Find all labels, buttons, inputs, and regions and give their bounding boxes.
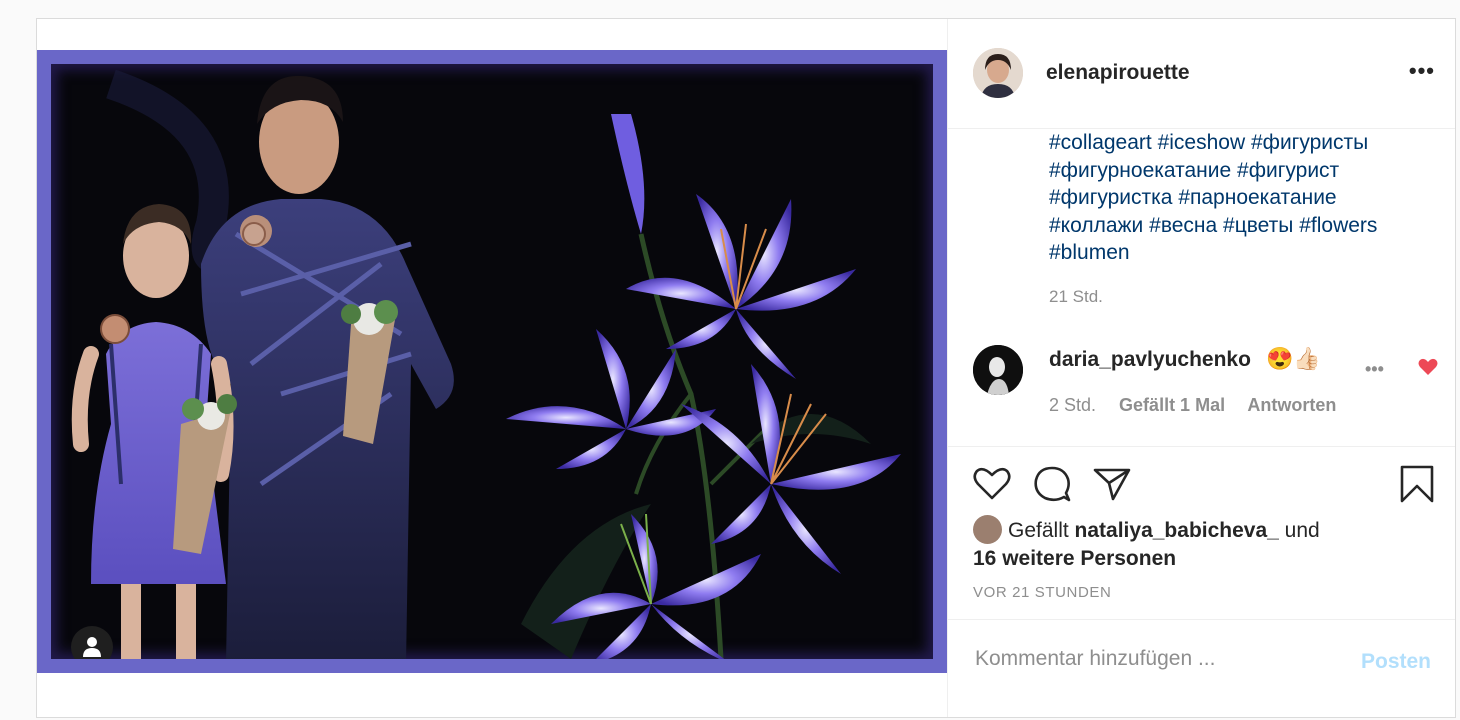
post-comment-button[interactable]: Posten	[1361, 650, 1431, 674]
likes-summary: Gefällt nataliya_babicheva_ und 16 weite…	[973, 515, 1393, 572]
commenter-avatar[interactable]	[973, 345, 1023, 395]
commenter-avatar-image	[973, 345, 1023, 395]
liker-username[interactable]: nataliya_babicheva_	[1075, 519, 1279, 542]
caption-hashtags: #collageart #iceshow #фигуристы #фигурно…	[1049, 129, 1429, 267]
likes-others[interactable]: 16 weitere Personen	[973, 547, 1176, 570]
save-button[interactable]	[1400, 465, 1434, 508]
hashtag-link[interactable]: #парноекатание	[1178, 186, 1336, 209]
comment-meta: 2 Std. Gefällt 1 Mal Antworten	[1049, 395, 1354, 416]
hashtag-link[interactable]: #flowers	[1299, 214, 1377, 237]
owner-avatar[interactable]	[973, 48, 1023, 98]
post-side-panel: elenapirouette ••• #collageart #iceshow …	[947, 19, 1455, 717]
heart-filled-icon	[1418, 358, 1438, 375]
post-card: elenapirouette ••• #collageart #iceshow …	[36, 18, 1456, 718]
hashtag-link[interactable]: #фигуристы	[1251, 131, 1368, 154]
comment-like-button[interactable]	[1418, 358, 1438, 381]
user-tag-icon	[83, 637, 101, 657]
hashtag-link[interactable]: #collageart	[1049, 131, 1152, 154]
reply-button[interactable]: Antworten	[1247, 395, 1336, 415]
hashtag-link[interactable]: #весна	[1149, 214, 1217, 237]
likes-conjunction: und	[1284, 519, 1320, 542]
like-button[interactable]	[973, 467, 1011, 506]
likes-prefix: Gefällt	[1008, 519, 1069, 542]
comment-likes-button[interactable]: Gefällt 1 Mal	[1119, 395, 1225, 415]
heart-icon	[973, 467, 1011, 500]
hashtag-link[interactable]: #фигуристка	[1049, 186, 1172, 209]
collage-artwork	[71, 69, 901, 659]
post-timestamp: VOR 21 STUNDEN	[973, 584, 1112, 601]
commenter-username[interactable]: daria_pavlyuchenko	[1049, 348, 1251, 372]
hashtag-link[interactable]: #фигурноекатание	[1049, 159, 1231, 182]
owner-username[interactable]: elenapirouette	[1046, 61, 1190, 85]
owner-avatar-image	[973, 48, 1023, 98]
bookmark-icon	[1400, 465, 1434, 503]
post-image[interactable]	[37, 50, 947, 673]
caption-time: 21 Std.	[1049, 287, 1103, 306]
collage-photo	[51, 64, 933, 659]
hashtag-link[interactable]: #iceshow	[1158, 131, 1246, 154]
comment-text: 😍👍🏻	[1266, 346, 1321, 371]
share-button[interactable]	[1093, 467, 1131, 506]
more-icon[interactable]: •••	[1409, 60, 1435, 82]
comment-input[interactable]	[973, 646, 1337, 672]
comment-time: 2 Std.	[1049, 395, 1097, 415]
hashtag-link[interactable]: #коллажи	[1049, 214, 1143, 237]
add-comment-bar: Posten	[948, 619, 1455, 720]
liker-avatar[interactable]	[973, 515, 1002, 544]
hashtag-link[interactable]: #фигурист	[1237, 159, 1339, 182]
comment-more-icon[interactable]: •••	[1365, 359, 1384, 380]
comment-icon	[1034, 466, 1071, 502]
comment-button[interactable]	[1033, 466, 1071, 507]
hashtag-link[interactable]: #цветы	[1223, 214, 1293, 237]
post-actions: Gefällt nataliya_babicheva_ und 16 weite…	[948, 446, 1455, 627]
hashtag-link[interactable]: #blumen	[1049, 241, 1130, 264]
post-header: elenapirouette •••	[948, 19, 1455, 129]
share-icon	[1093, 468, 1131, 501]
